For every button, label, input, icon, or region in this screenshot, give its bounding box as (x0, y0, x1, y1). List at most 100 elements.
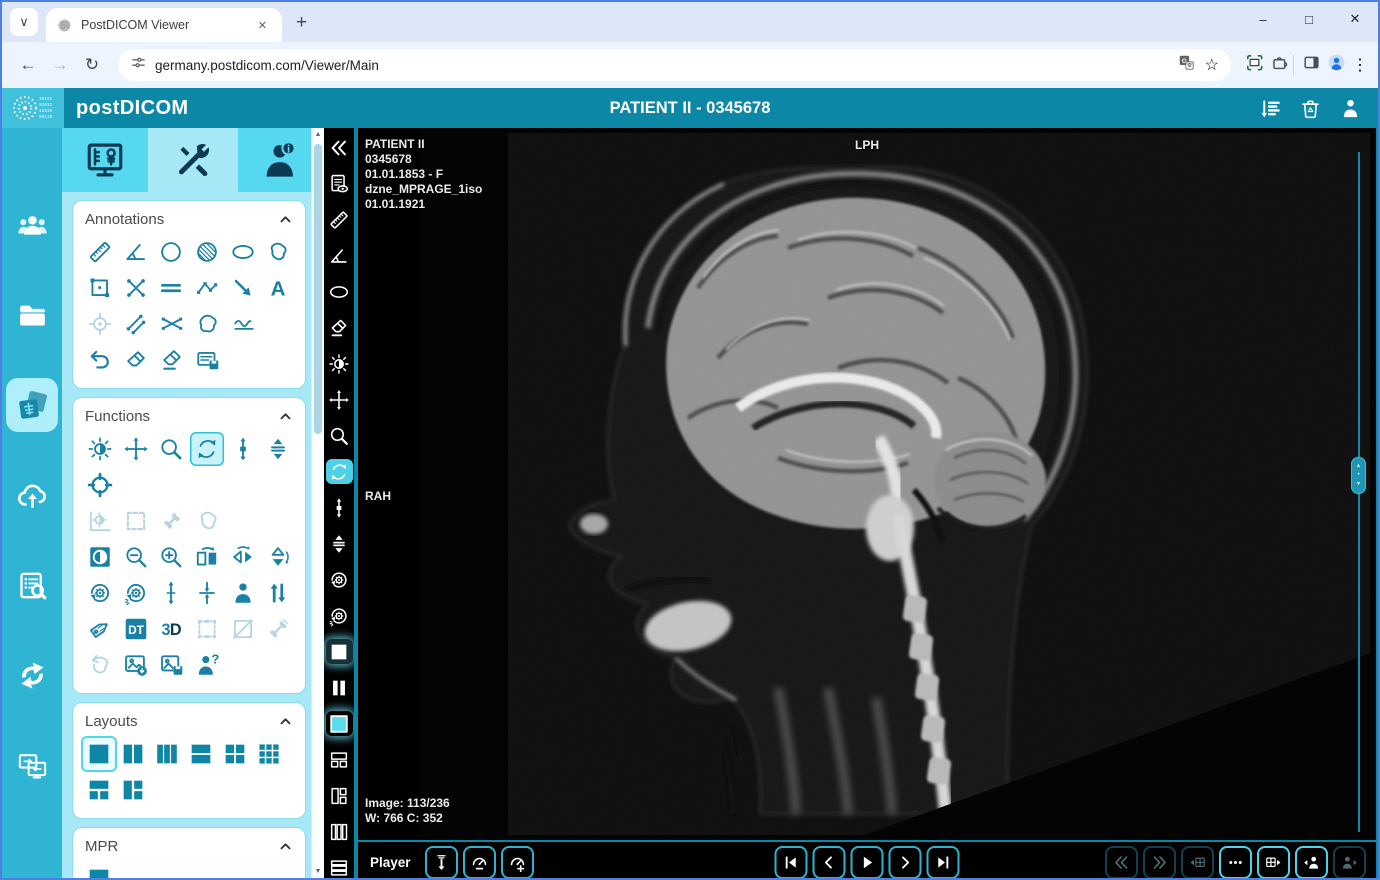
url-text[interactable]: germany.postdicom.com/Viewer/Main (155, 58, 1170, 73)
export-image-button[interactable] (119, 648, 153, 682)
scrollbar-thumb[interactable] (314, 144, 322, 434)
next-image-button[interactable] (889, 846, 922, 879)
erase-annotation-button[interactable] (119, 343, 153, 377)
mpr-layout[interactable] (83, 863, 115, 878)
panel-scrollbar[interactable]: ▲ ▼ (311, 128, 324, 878)
minimize-button[interactable]: – (1240, 2, 1286, 36)
zoom-out-button[interactable] (119, 540, 153, 574)
undo-annotation-button[interactable] (83, 343, 117, 377)
patients-nav-button[interactable] (6, 198, 58, 252)
layout-1left-2right-button[interactable] (326, 783, 353, 808)
layout-1x1[interactable] (83, 738, 115, 770)
zoom-tool[interactable] (154, 432, 188, 466)
profile-button[interactable] (1327, 53, 1346, 77)
layout-2x1[interactable] (185, 738, 217, 770)
back-button[interactable]: ← (12, 49, 44, 81)
text-tool[interactable] (261, 271, 295, 305)
localizer-tool[interactable] (83, 468, 117, 502)
mpr-header[interactable]: MPR (83, 836, 295, 861)
reset-rotation-button[interactable] (83, 576, 117, 610)
window-level-tool[interactable] (326, 351, 353, 376)
invert-button[interactable] (83, 540, 117, 574)
rotate-tool[interactable] (326, 459, 353, 484)
zoom-in-button[interactable] (154, 540, 188, 574)
layout-1x3[interactable] (151, 738, 183, 770)
next-series-button[interactable] (1257, 846, 1290, 879)
last-image-button[interactable] (927, 846, 960, 879)
layout-rows-button[interactable] (326, 855, 353, 878)
patient-orientation-button[interactable] (226, 576, 260, 610)
angle-tool[interactable] (326, 243, 353, 268)
polyline-tool[interactable] (190, 271, 224, 305)
window-level-tool[interactable] (83, 432, 117, 466)
play-direction-button[interactable] (425, 846, 458, 879)
ruler-tool[interactable] (326, 207, 353, 232)
tab-search-button[interactable]: ∨ (10, 8, 38, 36)
current-layout-button[interactable] (326, 639, 353, 664)
spline-tool[interactable] (227, 307, 261, 341)
address-bar[interactable]: germany.postdicom.com/Viewer/Main ☆ (118, 49, 1231, 81)
layout-3x3[interactable] (253, 738, 285, 770)
auto-rotate-button[interactable] (326, 603, 353, 628)
save-image-button[interactable] (155, 648, 189, 682)
layout-2x2[interactable] (219, 738, 251, 770)
reset-rotation-button[interactable] (326, 567, 353, 592)
rotate-tool[interactable] (190, 432, 224, 466)
zoom-tool[interactable] (326, 423, 353, 448)
pause-button[interactable] (326, 675, 353, 700)
parallel-lines-tool[interactable] (154, 271, 188, 305)
screenshot-button[interactable] (1245, 53, 1264, 77)
pan-tool[interactable] (119, 432, 153, 466)
first-image-button[interactable] (775, 846, 808, 879)
image-scroll-handle[interactable]: ▴ • ▾ (1351, 457, 1366, 494)
swap-order-button[interactable] (261, 576, 295, 610)
fit-height-button[interactable] (154, 576, 188, 610)
image-viewport[interactable]: PATIENT II 0345678 01.01.1853 - F dzne_M… (358, 128, 1376, 840)
upload-nav-button[interactable] (6, 468, 58, 522)
scroll-tool[interactable] (326, 495, 353, 520)
reload-button[interactable]: ↻ (76, 49, 108, 81)
flip-horizontal-button[interactable] (190, 540, 224, 574)
maximize-button[interactable]: □ (1286, 2, 1332, 36)
cross-lines-tool[interactable] (119, 271, 153, 305)
collapse-panel-button[interactable] (326, 135, 353, 160)
speed-up-button[interactable] (501, 846, 534, 879)
sync-nav-button[interactable] (6, 648, 58, 702)
translate-button[interactable] (1178, 54, 1195, 76)
previous-image-button[interactable] (813, 846, 846, 879)
dicom-tags-button[interactable] (119, 612, 153, 646)
cobb-angle-tool[interactable] (119, 307, 153, 341)
angle-tool[interactable] (119, 235, 153, 269)
freehand-tool[interactable] (261, 235, 295, 269)
erase-all-button[interactable] (155, 343, 189, 377)
app-logo[interactable]: 10101010111101000110 (2, 88, 64, 128)
save-annotation-button[interactable] (191, 343, 225, 377)
previous-patient-button[interactable] (1295, 846, 1328, 879)
more-options-button[interactable] (1219, 846, 1252, 879)
sort-series-button[interactable] (1256, 94, 1284, 122)
actual-size-button[interactable] (190, 576, 224, 610)
layouts-header[interactable]: Layouts (83, 711, 295, 736)
folders-nav-button[interactable] (6, 288, 58, 342)
bookmark-button[interactable]: ☆ (1205, 55, 1219, 75)
menu-button[interactable]: ⋮ (1352, 55, 1368, 75)
side-panel-button[interactable] (1302, 53, 1321, 77)
tab-series[interactable] (62, 128, 148, 192)
ellipse-tool[interactable] (226, 235, 260, 269)
scroll-tool[interactable] (226, 432, 260, 466)
speed-down-button[interactable] (463, 846, 496, 879)
filled-circle-tool[interactable] (190, 235, 224, 269)
tag-button[interactable] (83, 612, 117, 646)
layout-1x2[interactable] (117, 738, 149, 770)
report-button[interactable] (326, 171, 353, 196)
annotations-header[interactable]: Annotations (83, 209, 295, 234)
delete-button[interactable] (1296, 94, 1324, 122)
anonymize-button[interactable] (191, 648, 225, 682)
layout-1top-2bottom-button[interactable] (326, 747, 353, 772)
blob-roi-tool[interactable] (191, 307, 225, 341)
play-button[interactable] (851, 846, 884, 879)
auto-rotate-button[interactable] (119, 576, 153, 610)
layout-1left-2right[interactable] (117, 774, 149, 806)
stack-scroll-tool[interactable] (326, 531, 353, 556)
site-settings-button[interactable] (130, 54, 147, 76)
